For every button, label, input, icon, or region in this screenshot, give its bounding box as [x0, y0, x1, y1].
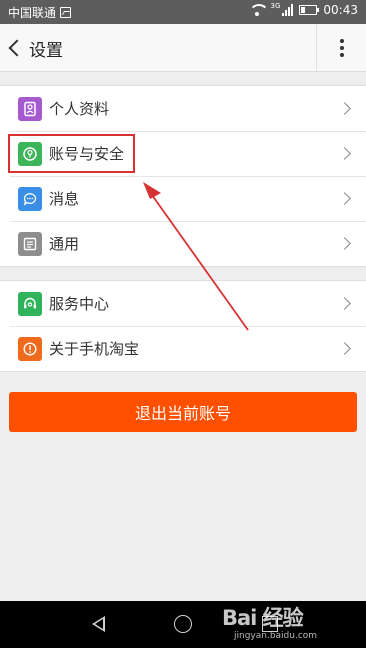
status-bar: 中国联通 3G 00:43	[0, 0, 366, 24]
network-type-label: 3G	[270, 2, 281, 10]
system-nav-bar	[0, 601, 366, 648]
person-card-icon	[18, 96, 42, 121]
settings-item-label: 消息	[49, 190, 80, 208]
page-title: 设置	[29, 40, 63, 61]
status-indicators: 3G 00:43	[248, 2, 358, 17]
battery-icon	[299, 5, 320, 15]
divider	[316, 24, 317, 71]
chevron-left-icon	[8, 39, 26, 57]
info-icon	[18, 336, 42, 361]
nav-home-icon[interactable]	[174, 615, 192, 633]
carrier-name: 中国联通	[8, 6, 57, 20]
settings-item-label: 服务中心	[49, 295, 110, 313]
settings-item-label: 关于手机淘宝	[49, 340, 140, 358]
more-options-icon[interactable]	[327, 32, 357, 64]
signal-icon	[282, 4, 294, 16]
chevron-right-icon	[338, 102, 351, 115]
logout-button[interactable]: 退出当前账号	[9, 392, 357, 432]
nav-recent-apps-icon[interactable]	[262, 616, 278, 632]
chevron-right-icon	[338, 342, 351, 355]
chat-bubble-icon	[18, 186, 42, 211]
headset-icon	[18, 291, 42, 316]
settings-item-label: 通用	[49, 235, 80, 253]
title-bar: 设置	[0, 24, 366, 72]
settings-item-account-security[interactable]: 账号与安全	[0, 131, 366, 176]
wifi-icon	[248, 4, 269, 16]
settings-item-label: 个人资料	[49, 100, 110, 118]
general-icon	[18, 231, 42, 256]
chevron-right-icon	[338, 297, 351, 310]
settings-item-general[interactable]: 通用	[0, 221, 366, 266]
settings-item-messages[interactable]: 消息	[0, 176, 366, 221]
settings-group-help: 服务中心 关于手机淘宝	[0, 280, 366, 372]
settings-item-profile[interactable]: 个人资料	[0, 86, 366, 131]
settings-item-service-center[interactable]: 服务中心	[0, 281, 366, 326]
settings-group-account: 个人资料 账号与安全 消息 通用	[0, 85, 366, 267]
carrier-info: 中国联通	[8, 4, 72, 21]
chevron-right-icon	[338, 237, 351, 250]
clock: 00:43	[323, 3, 358, 17]
chevron-right-icon	[338, 147, 351, 160]
settings-item-label: 账号与安全	[49, 145, 125, 163]
shield-icon	[18, 141, 42, 166]
settings-item-about[interactable]: 关于手机淘宝	[0, 326, 366, 371]
image-notification-icon	[60, 7, 72, 18]
back-button[interactable]: 设置	[6, 34, 63, 62]
nav-back-icon[interactable]	[92, 616, 105, 632]
chevron-right-icon	[338, 192, 351, 205]
